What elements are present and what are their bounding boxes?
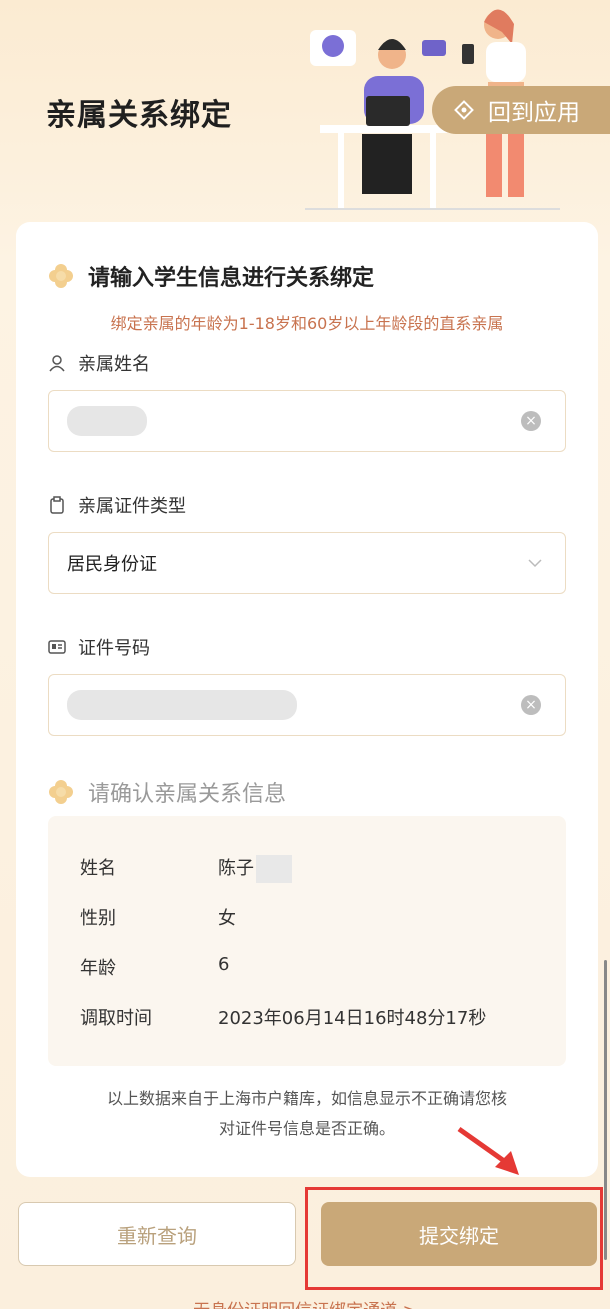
page-title: 亲属关系绑定 (46, 98, 232, 133)
back-to-app-label: 回到应用 (488, 100, 580, 126)
info-key: 调取时间 (80, 1008, 152, 1029)
document-icon (50, 496, 64, 514)
form-card: 请输入学生信息进行关系绑定 绑定亲属的年龄为1-18岁和60岁以上年龄段的直系亲… (16, 222, 598, 1177)
info-value: 6 (218, 954, 230, 975)
info-row-age: 年龄 6 (80, 954, 229, 980)
id-number-label-text: 证件号码 (78, 638, 150, 659)
id-type-field-label: 亲属证件类型 (48, 492, 186, 518)
info-key: 年龄 (80, 958, 116, 979)
name-redacted (256, 855, 292, 883)
clear-icon[interactable]: × (521, 411, 541, 431)
info-key: 性别 (80, 908, 116, 929)
flower-icon (49, 780, 73, 804)
highlight-box (305, 1187, 603, 1290)
flower-icon (49, 264, 73, 288)
name-label-text: 亲属姓名 (78, 354, 150, 375)
section-title-confirm: 请确认亲属关系信息 (88, 782, 287, 807)
id-number-value-redacted (67, 690, 297, 720)
info-row-gender: 性别 女 (80, 904, 236, 930)
info-value: 陈子 (218, 858, 254, 879)
person-icon (49, 355, 65, 372)
id-number-field-label: 证件号码 (48, 634, 150, 660)
info-row-name: 姓名 陈子 (80, 854, 292, 883)
info-value: 2023年06月14日16时48分17秒 (218, 1008, 487, 1029)
id-type-label-text: 亲属证件类型 (78, 496, 186, 517)
name-field-label: 亲属姓名 (48, 350, 150, 376)
info-key: 姓名 (80, 858, 116, 879)
arrow-annotation (457, 1126, 519, 1175)
id-type-select[interactable]: 居民身份证 (48, 532, 566, 594)
id-card-icon (48, 640, 66, 654)
back-to-app-button[interactable]: 回到应用 (432, 86, 610, 134)
relation-info-panel: 姓名 陈子 性别 女 年龄 6 调取时间 2023年06月14日16时48分17… (48, 816, 566, 1066)
name-input[interactable]: × (48, 390, 566, 452)
id-type-value: 居民身份证 (67, 554, 157, 575)
age-notice: 绑定亲属的年龄为1-18岁和60岁以上年龄段的直系亲属 (110, 314, 504, 333)
footnote-line-1: 以上数据来自于上海市户籍库，如信息显示不正确请您核 (106, 1089, 507, 1108)
section-header-input: 请输入学生信息进行关系绑定 (48, 260, 374, 292)
info-value: 女 (218, 908, 236, 929)
puzzle-icon (454, 100, 474, 120)
info-row-time: 调取时间 2023年06月14日16时48分17秒 (80, 1004, 486, 1030)
id-number-input[interactable]: × (48, 674, 566, 736)
clear-icon[interactable]: × (521, 695, 541, 715)
no-id-binding-link[interactable]: 无身份证明回信证绑定通道 > (0, 1296, 610, 1309)
name-value-redacted (67, 406, 147, 436)
requery-button[interactable]: 重新查询 (18, 1202, 296, 1266)
section-title-input: 请输入学生信息进行关系绑定 (88, 266, 375, 291)
section-header-confirm: 请确认亲属关系信息 (48, 776, 286, 808)
chevron-down-icon (528, 559, 542, 568)
scrollbar[interactable] (604, 960, 607, 1260)
